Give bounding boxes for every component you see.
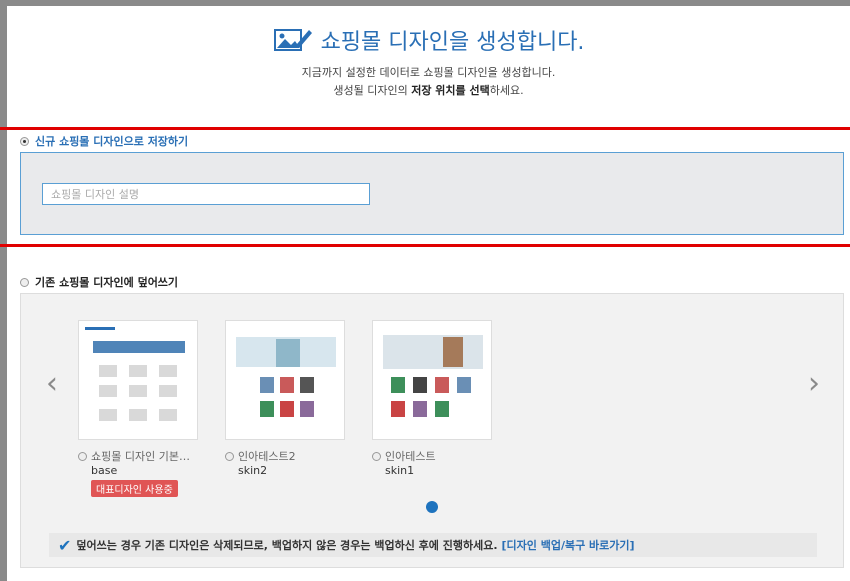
thumb-block xyxy=(159,365,177,377)
radio-new-design[interactable] xyxy=(20,136,29,146)
thumb-banner xyxy=(93,341,185,353)
thumb-block xyxy=(129,385,147,397)
thumb-block xyxy=(99,385,117,397)
thumb-product xyxy=(391,377,405,393)
page-title: 쇼핑몰 디자인을 생성합니다. xyxy=(320,30,585,55)
thumb-block xyxy=(99,365,117,377)
window-frame-left xyxy=(0,0,7,581)
page-description-2: 생성될 디자인의 저장 위치를 선택하세요. xyxy=(7,82,850,98)
thumb-model xyxy=(443,337,463,367)
notice-text: 덮어쓰는 경우 기존 디자인은 삭제되므로, 백업하지 않은 경우는 백업하신 … xyxy=(76,539,498,552)
thumb-product xyxy=(300,401,314,417)
skin-label-row[interactable]: 인아테스트 xyxy=(372,448,497,464)
highlight-border-top xyxy=(0,127,850,130)
highlight-border-bottom xyxy=(0,244,850,247)
skin-name: 쇼핑몰 디자인 기본… xyxy=(91,450,190,463)
skin-thumbnail[interactable] xyxy=(78,320,198,440)
thumb-model xyxy=(276,339,300,367)
checkmark-icon: ✔ xyxy=(58,535,72,555)
radio-skin-base[interactable] xyxy=(78,451,87,461)
main-design-badge: 대표디자인 사용중 xyxy=(91,480,178,497)
thumb-product xyxy=(391,401,405,417)
design-backup-link[interactable]: [디자인 백업/복구 바로가기] xyxy=(502,537,635,553)
design-edit-icon xyxy=(273,29,312,51)
thumb-product xyxy=(435,401,449,417)
carousel-next-button[interactable]: › xyxy=(804,366,824,401)
skin-name: 인아테스트2 xyxy=(238,450,296,463)
skin-card-base[interactable]: 쇼핑몰 디자인 기본… base 대표디자인 사용중 xyxy=(78,320,203,497)
overwrite-notice: ✔ 덮어쓰는 경우 기존 디자인은 삭제되므로, 백업하지 않은 경우는 백업하… xyxy=(49,533,817,557)
thumb-product xyxy=(280,401,294,417)
option-new-design[interactable]: 신규 쇼핑몰 디자인으로 저장하기 xyxy=(20,133,188,149)
thumb-product xyxy=(300,377,314,393)
carousel-prev-button[interactable]: ‹ xyxy=(42,366,62,401)
window-frame-top xyxy=(0,0,850,6)
design-description-input[interactable] xyxy=(42,183,370,205)
skin-name: 인아테스트 xyxy=(385,450,436,463)
thumb-product xyxy=(413,401,427,417)
thumb-logo xyxy=(85,327,115,330)
thumb-product xyxy=(413,377,427,393)
thumb-block xyxy=(129,365,147,377)
desc-emphasis: 저장 위치를 선택 xyxy=(411,84,490,97)
thumb-product xyxy=(435,377,449,393)
skin-thumbnail[interactable] xyxy=(372,320,492,440)
radio-skin2[interactable] xyxy=(225,451,234,461)
thumb-block xyxy=(159,385,177,397)
skin-id: skin2 xyxy=(238,464,268,477)
desc-text: 생성될 디자인의 xyxy=(333,84,412,97)
thumb-block xyxy=(159,409,177,421)
thumb-product xyxy=(260,401,274,417)
thumb-block xyxy=(129,409,147,421)
skin-id: skin1 xyxy=(385,464,415,477)
page-description: 지금까지 설정한 데이터로 쇼핑몰 디자인을 생성합니다. xyxy=(301,66,556,79)
radio-skin1[interactable] xyxy=(372,451,381,461)
thumb-product xyxy=(260,377,274,393)
title-row: 쇼핑몰 디자인을 생성합니다. xyxy=(7,24,850,56)
skin-id: base xyxy=(91,464,118,477)
skin-thumbnail[interactable] xyxy=(225,320,345,440)
carousel-page-indicator[interactable] xyxy=(426,501,438,513)
skin-card-skin2[interactable]: 인아테스트2 skin2 xyxy=(225,320,350,477)
skin-card-skin1[interactable]: 인아테스트 skin1 xyxy=(372,320,497,477)
radio-overwrite-design[interactable] xyxy=(20,277,29,287)
thumb-block xyxy=(99,409,117,421)
thumb-product xyxy=(457,377,471,393)
option-overwrite-label: 기존 쇼핑몰 디자인에 덮어쓰기 xyxy=(35,276,179,289)
new-design-panel xyxy=(20,152,844,235)
skin-label-row[interactable]: 쇼핑몰 디자인 기본… xyxy=(78,448,203,464)
existing-designs-panel: ‹ › 쇼핑몰 디자인 기본… base 대표디자인 사용중 인아테스트2 sk… xyxy=(20,293,844,568)
skin-label-row[interactable]: 인아테스트2 xyxy=(225,448,350,464)
thumb-banner xyxy=(383,335,483,369)
thumb-product xyxy=(280,377,294,393)
option-overwrite-design[interactable]: 기존 쇼핑몰 디자인에 덮어쓰기 xyxy=(20,274,178,290)
desc-text-end: 하세요. xyxy=(489,84,524,97)
option-new-label: 신규 쇼핑몰 디자인으로 저장하기 xyxy=(35,135,189,148)
